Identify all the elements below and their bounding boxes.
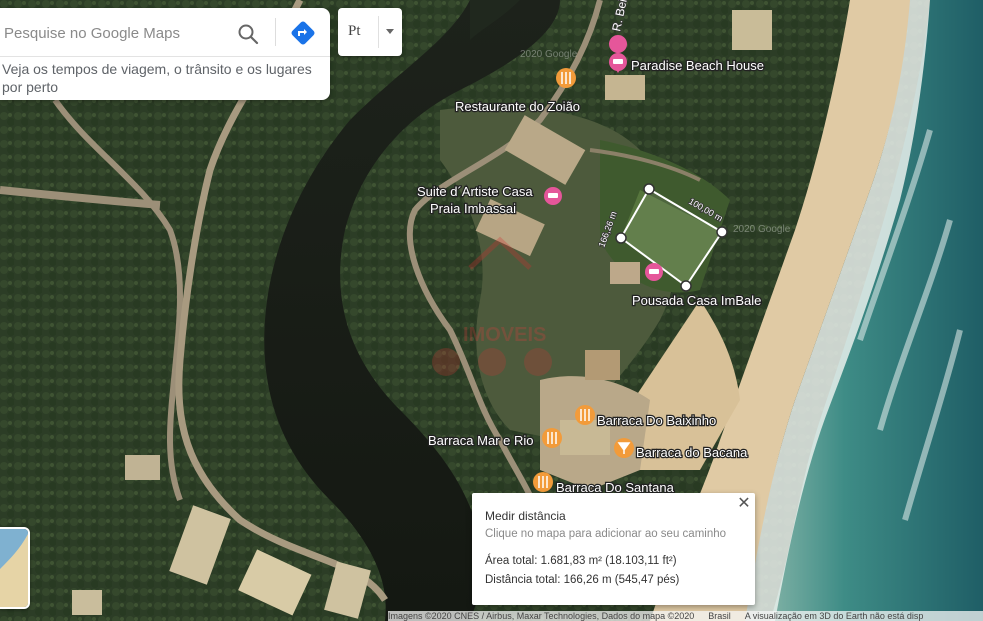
search-hint: Veja os tempos de viagem, o trânsito e o… (2, 61, 312, 95)
close-icon[interactable]: ✕ (736, 496, 752, 512)
map-thumbnail-icon (0, 529, 28, 607)
bed-icon (649, 269, 659, 274)
measure-vertex[interactable] (643, 183, 655, 195)
watermark-text: 2020 Google (520, 49, 578, 60)
divider (275, 18, 276, 46)
measure-vertex[interactable] (615, 232, 627, 244)
measure-area: Área total: 1.681,83 m² (18.103,11 ft²) (485, 555, 677, 567)
measure-distance-card: Medir distância Clique no mapa para adic… (472, 493, 755, 605)
place-label: Paradise Beach House (631, 58, 764, 73)
directions-icon[interactable] (290, 20, 316, 46)
place-label: Barraca Mar e Rio (428, 433, 533, 448)
place-label: Suite d´Artiste Casa (417, 184, 533, 199)
search-card: Veja os tempos de viagem, o trânsito e o… (0, 8, 330, 100)
measure-distance: Distância total: 166,26 m (545,47 pés) (485, 574, 680, 586)
bed-icon (548, 193, 558, 198)
3d-notice: A visualização em 3D do Earth não está d… (744, 611, 924, 621)
country-label[interactable]: Brasil (708, 611, 731, 621)
layers-thumbnail[interactable] (0, 527, 30, 609)
place-label: Barraca do Bacana (636, 445, 748, 460)
place-label: Barraca Do Baixinho (597, 413, 716, 428)
search-row (0, 8, 330, 57)
layer-toggle-button[interactable]: Pt (338, 8, 402, 56)
divider (378, 16, 379, 48)
attribution-bar: Imagens ©2020 CNES / Airbus, Maxar Techn… (388, 611, 983, 621)
layer-toggle-label: Pt (348, 23, 361, 39)
bed-icon (613, 59, 623, 64)
measure-subtitle: Clique no mapa para adicionar ao seu cam… (485, 528, 727, 540)
place-label: Praia Imbassai (430, 201, 516, 216)
svg-text:IMOVEIS: IMOVEIS (463, 324, 546, 346)
watermark-text: 2020 Google (733, 224, 791, 235)
search-input[interactable] (2, 20, 226, 46)
measure-vertex[interactable] (680, 280, 692, 292)
imagery-attribution: Imagens ©2020 CNES / Airbus, Maxar Techn… (388, 611, 695, 621)
measure-vertex[interactable] (716, 226, 728, 238)
search-icon[interactable] (236, 22, 260, 46)
place-label: Pousada Casa ImBale (632, 293, 761, 308)
place-label: Restaurante do Zoião (455, 99, 580, 114)
chevron-down-icon[interactable] (386, 29, 394, 34)
measure-title: Medir distância (485, 509, 566, 523)
